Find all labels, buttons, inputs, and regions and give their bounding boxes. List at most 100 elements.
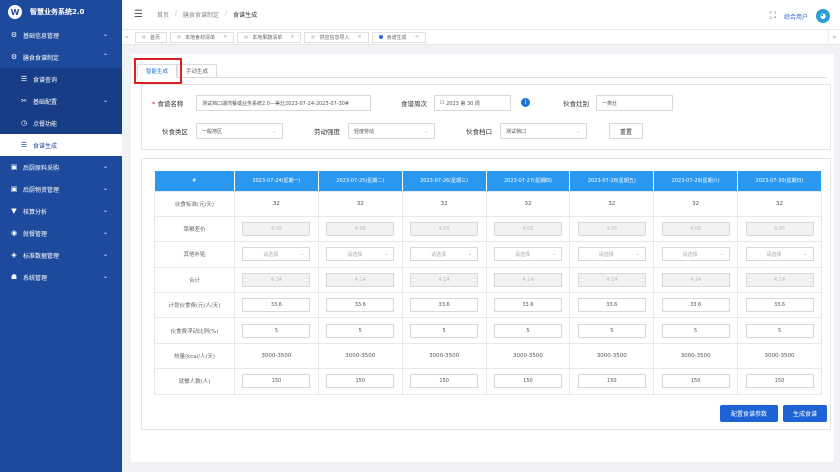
select-value: 一般地区 [202,128,223,135]
close-icon[interactable]: × [290,34,294,40]
tabs-scroll-left-icon[interactable]: « [122,34,132,41]
cell-value: 3000-3500 [764,353,795,360]
plan-input[interactable]: 33.6 [577,298,646,313]
reset-button[interactable]: 重置 [609,123,644,139]
plan-input[interactable]: 33.6 [493,298,562,313]
sidebar-item-recipe-generate[interactable]: ☰ 食谱生成 [0,134,122,156]
ratio-input[interactable]: 5 [661,323,730,338]
breadcrumb-home[interactable]: 首页 [157,10,169,19]
ratio-input[interactable]: 5 [326,323,395,338]
cell-value: 3000-3500 [345,353,376,360]
recipe-week-picker[interactable]: ☐ 2023 第 30 周 [434,95,511,111]
data-icon: ◈ [11,251,17,259]
info-icon[interactable]: i [521,98,530,107]
subsidy-select[interactable]: 请选择 ⌄ [410,247,479,262]
recipe-name-input[interactable]: 测试档口湖湾餐或业务系统2.0—美灶2023-07-24-2023-07-30# [196,95,371,111]
user-name[interactable]: 综合用户 [784,12,808,21]
sidebar-item-recipe-query[interactable]: ☰ 食谱查询 [0,68,122,90]
table-row: 合计 4.14 4.14 4.14 4.14 4.14 4.14 4.14 [154,266,822,294]
page-tab-recipe-generate[interactable]: 食谱生成 × [371,31,426,43]
config-params-button[interactable]: 配置食谱参数 [720,405,778,422]
tab-manual-generate[interactable]: 手动生成 [177,64,218,78]
page-tab-supply-import[interactable]: 供应信息导入 × [304,31,369,43]
sidebar-item-accounting[interactable]: ▼ 核算分析 ⌄ [0,200,122,222]
area-select[interactable]: 一般地区 ⌄ [196,123,283,139]
chevron-down-icon: ⌄ [635,251,640,258]
tab-dot [177,35,182,39]
generate-recipe-button[interactable]: 生成食谱 [783,405,827,422]
ratio-input[interactable]: 5 [577,323,646,338]
table-cell: 4.05 [485,215,571,243]
table-cell: 3000-3500 [485,342,571,370]
plan-input[interactable]: 33.6 [661,298,730,313]
subsidy-select[interactable]: 请选择 ⌄ [745,247,814,262]
table-cell: 请选择 ⌄ [485,241,571,268]
avatar[interactable]: ◕ [816,9,830,23]
subsidy-select[interactable]: 请选择 ⌄ [493,247,562,262]
canteen-input[interactable]: 一类灶 [596,95,673,111]
ratio-input[interactable]: 5 [410,323,479,338]
chevron-down-icon: ⌄ [102,97,108,104]
plan-input[interactable]: 33.6 [242,298,311,313]
sidebar-item-label: 点餐功能 [33,120,58,128]
list-icon: ☰ [20,141,28,149]
labor-select[interactable]: 轻度劳动 ⌄ [348,123,435,139]
sidebar-item-system[interactable]: ☗ 系统管理 ⌄ [0,266,122,288]
sidebar-item-recipe-plan[interactable]: ⚙ 膳食食谱制定 ⌃ [0,46,122,68]
tabs-scroll-right-icon[interactable]: » [828,30,840,45]
page-tab-home[interactable]: 首页 [135,31,168,43]
sidebar-item-ordering[interactable]: ◷ 点餐功能 [0,112,122,134]
ratio-input[interactable]: 5 [242,323,311,338]
close-icon[interactable]: × [357,34,361,40]
readonly-field: 4.14 [326,272,395,287]
close-icon[interactable]: × [415,34,419,40]
sidebar-item-basic-config[interactable]: ✂ 基础配置 ⌄ [0,90,122,112]
chevron-down-icon: ⌄ [467,251,473,258]
dining-icon: ◉ [10,229,18,237]
page-tab-local-produce[interactable]: 本地果蔬清单 × [237,31,302,43]
readonly-field: 4.14 [745,272,814,287]
subsidy-select[interactable]: 请选择 ⌄ [242,247,311,262]
table-cell: 3000-3500 [737,342,822,370]
stall-select[interactable]: 测试档口 ⌄ [500,123,587,139]
subsidy-select[interactable]: 请选择 ⌄ [577,247,646,262]
people-input[interactable]: 150 [577,374,646,389]
breadcrumb-recipe-plan[interactable]: 膳食食谱制定 [183,10,219,19]
sidebar-item-purchase[interactable]: ▣ 后厨原料采购 ⌄ [0,156,122,178]
sidebar-item-dining[interactable]: ◉ 就餐管理 ⌄ [0,222,122,244]
table-cell: 4.05 [401,215,487,243]
people-input[interactable]: 150 [661,374,730,389]
people-input[interactable]: 150 [410,374,479,389]
sidebar-item-label: 后厨物资管理 [23,186,60,194]
subsidy-select[interactable]: 请选择 ⌄ [661,247,730,262]
people-input[interactable]: 150 [745,374,814,389]
subsidy-select[interactable]: 请选择 ⌄ [326,247,395,262]
table-cell: 5 [737,317,822,344]
people-input[interactable]: 150 [326,374,395,389]
cell-value: 3000-3500 [680,353,711,360]
recipe-params-table: #2023-07-24(星期一) 2023-07-25(星期二) 2023-07-2… [154,171,822,395]
sidebar: W 智慧业务系统2.0 ⚙ 基础信息管理 ⌄ ⚙ 膳食食谱制定 ⌃ ☰ 食谱查询… [0,0,122,472]
sidebar-item-basic-info[interactable]: ⚙ 基础信息管理 ⌄ [0,24,122,46]
table-cell: 5 [485,317,571,344]
table-cell: 4.14 [653,266,739,294]
wrench-icon: ✂ [21,97,27,105]
close-icon[interactable]: × [223,34,227,40]
sidebar-item-materials[interactable]: ▣ 后厨物资管理 ⌄ [0,178,122,200]
plan-input[interactable]: 33.6 [326,298,395,313]
sidebar-item-standard-data[interactable]: ◈ 标准数据管理 ⌄ [0,244,122,266]
readonly-field: 4.05 [242,222,311,237]
select-placeholder: 请选择 [347,251,363,258]
ratio-input[interactable]: 5 [493,323,562,338]
fullscreen-icon[interactable]: ⛶ [770,11,776,21]
plan-input[interactable]: 33.6 [410,298,479,313]
ratio-input[interactable]: 5 [745,323,814,338]
readonly-field: 4.05 [577,222,646,237]
people-input[interactable]: 150 [493,374,562,389]
plan-input[interactable]: 33.6 [745,298,814,313]
table-row: 伙食标准(元/天) 32 32 32 32 32 32 32 [154,190,822,217]
table-cell: 4.14 [569,266,655,294]
page-tab-local-ingredients[interactable]: 本地食材清单 × [170,31,235,43]
people-input[interactable]: 150 [242,374,311,389]
menu-toggle-icon[interactable]: ☰ [134,9,143,20]
